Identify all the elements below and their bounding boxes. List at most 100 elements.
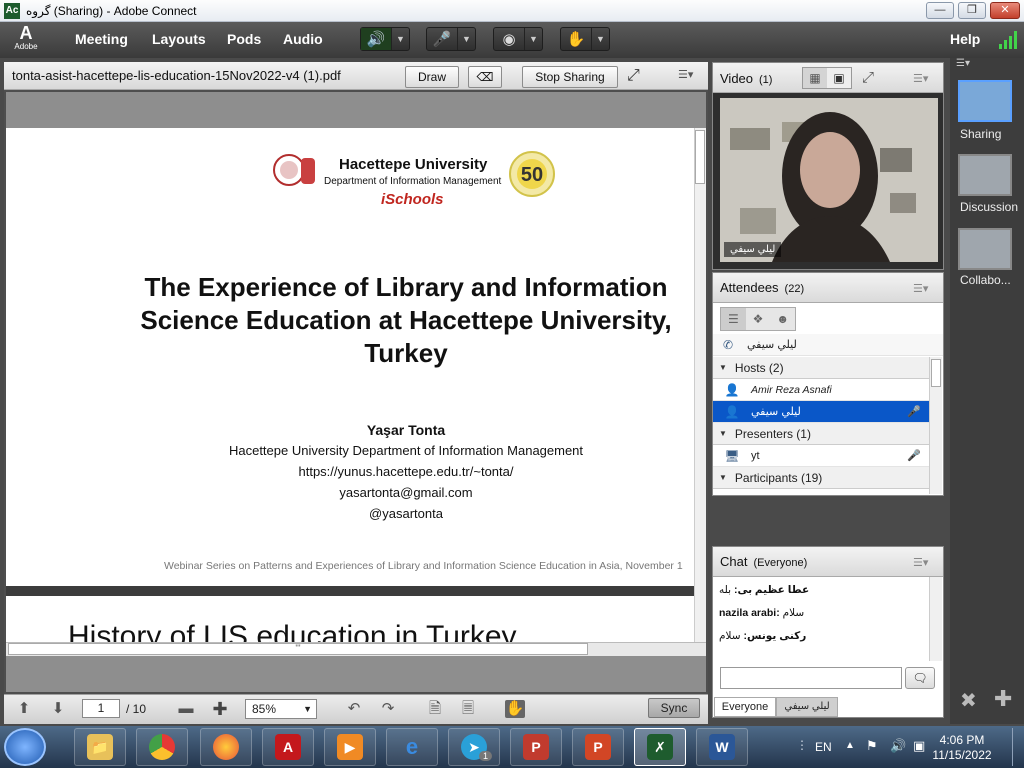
- sync-button[interactable]: Sync: [648, 698, 700, 718]
- attendees-pod-menu-icon[interactable]: ☰▾: [913, 282, 928, 295]
- microphone-dropdown[interactable]: ▼: [457, 28, 475, 50]
- pod-menu-icon[interactable]: ☰▾: [678, 68, 693, 81]
- speaker-button[interactable]: 🔊 ▼: [360, 27, 410, 51]
- connection-signal-icon[interactable]: [998, 30, 1020, 50]
- close-button[interactable]: ✕: [990, 2, 1020, 19]
- chat-input[interactable]: [720, 667, 902, 689]
- menu-pods[interactable]: Pods: [227, 31, 261, 47]
- taskbar-firefox[interactable]: [200, 728, 252, 766]
- zoom-out-icon[interactable]: ▬: [176, 700, 196, 718]
- chat-scrollbar[interactable]: [929, 577, 942, 661]
- volume-icon[interactable]: 🔊: [890, 738, 906, 754]
- layout-label-discussion[interactable]: Discussion: [960, 200, 1018, 214]
- webcam-icon[interactable]: ◉: [494, 28, 524, 50]
- taskbar-adobe-connect[interactable]: ✗: [634, 728, 686, 766]
- layout-thumb-collaboration[interactable]: [958, 228, 1012, 270]
- menu-help[interactable]: Help: [950, 31, 980, 47]
- vertical-scroll-thumb[interactable]: [695, 130, 705, 184]
- horizontal-scroll-thumb[interactable]: ''': [8, 643, 588, 655]
- raise-hand-icon[interactable]: ✋: [561, 28, 591, 50]
- eraser-button[interactable]: ⌫: [468, 66, 502, 88]
- chat-pod-title: Chat (Everyone): [720, 554, 808, 569]
- rotate-left-icon[interactable]: ↶: [344, 700, 364, 718]
- taskbar-file-explorer[interactable]: 📁: [74, 728, 126, 766]
- two-page-icon[interactable]: 🗏: [458, 700, 478, 718]
- webcam-dropdown[interactable]: ▼: [524, 28, 542, 50]
- menu-meeting[interactable]: Meeting: [75, 31, 128, 47]
- filmstrip-view-icon[interactable]: ▣: [827, 68, 851, 88]
- speaker-icon[interactable]: 🔊: [361, 28, 391, 50]
- page-number-input[interactable]: 1: [82, 699, 120, 718]
- layout-thumb-discussion[interactable]: [958, 154, 1012, 196]
- chat-tab-private[interactable]: لیلي سيفي: [776, 697, 838, 717]
- webcam-button[interactable]: ◉ ▼: [493, 27, 543, 51]
- slide-title-line-3: Turkey: [364, 338, 448, 368]
- group-participants[interactable]: ▼ Participants (19): [713, 467, 929, 489]
- layout-label-sharing[interactable]: Sharing: [960, 127, 1001, 141]
- taskbar-chrome[interactable]: [136, 728, 188, 766]
- attendee-scroll-thumb[interactable]: [931, 359, 941, 387]
- taskbar-clock[interactable]: 4:06 PM 11/15/2022: [932, 733, 992, 763]
- maximize-button[interactable]: ❐: [958, 2, 986, 19]
- microphone-icon[interactable]: 🎤: [427, 28, 457, 50]
- layouts-menu-icon[interactable]: ☰▾: [956, 58, 970, 69]
- minimize-button[interactable]: —: [926, 2, 954, 19]
- attendee-scrollbar[interactable]: [929, 357, 942, 494]
- remove-layout-icon[interactable]: ✖: [960, 688, 977, 713]
- list-view-icon[interactable]: ☰: [721, 308, 746, 330]
- author-handle: @yasartonta: [369, 506, 443, 521]
- start-button[interactable]: [4, 728, 46, 766]
- microphone-button[interactable]: 🎤 ▼: [426, 27, 476, 51]
- attendee-row[interactable]: 🖥 yt 🎤: [713, 445, 929, 467]
- video-fullscreen-icon[interactable]: ⤢: [862, 69, 874, 86]
- taskbar-word[interactable]: W: [696, 728, 748, 766]
- status-view-icon[interactable]: ☻: [770, 308, 795, 330]
- layout-label-collaboration[interactable]: Collabo...: [960, 273, 1011, 287]
- zoom-select[interactable]: 85% ▼: [245, 699, 317, 719]
- group-presenters[interactable]: ▼ Presenters (1): [713, 423, 929, 445]
- menu-audio[interactable]: Audio: [283, 31, 323, 47]
- attendee-row-selected[interactable]: 👤 لیلي سيفي 🎤: [713, 401, 929, 423]
- anniversary-50-seal: 50: [509, 151, 555, 197]
- add-layout-icon[interactable]: ✚: [994, 686, 1012, 712]
- grid-view-icon[interactable]: ▦: [803, 68, 827, 88]
- rotate-right-icon[interactable]: ↷: [378, 700, 398, 718]
- video-layout-toggle[interactable]: ▦ ▣: [802, 67, 852, 89]
- vertical-scrollbar[interactable]: [694, 128, 706, 642]
- show-desktop-button[interactable]: [1012, 728, 1022, 766]
- fullscreen-icon[interactable]: ⤢: [627, 67, 640, 85]
- raise-hand-button[interactable]: ✋ ▼: [560, 27, 610, 51]
- video-pod-menu-icon[interactable]: ☰▾: [913, 72, 928, 85]
- taskbar-media-player[interactable]: ▶: [324, 728, 376, 766]
- speaker-dropdown[interactable]: ▼: [391, 28, 409, 50]
- next-page-icon[interactable]: ⬇: [48, 700, 68, 718]
- hand-tool-icon[interactable]: ✋: [505, 700, 525, 718]
- menu-layouts[interactable]: Layouts: [152, 31, 206, 47]
- action-center-flag-icon[interactable]: ⚑: [866, 738, 878, 754]
- layout-thumb-sharing[interactable]: [958, 80, 1012, 122]
- adobe-connect-app-icon[interactable]: Ac: [4, 3, 20, 19]
- attendee-view-toggle[interactable]: ☰ ❖ ☻: [720, 307, 796, 331]
- taskbar-publisher[interactable]: P: [510, 728, 562, 766]
- send-message-button[interactable]: 🗨: [905, 667, 935, 689]
- taskbar-telegram[interactable]: ➤ 1: [448, 728, 500, 766]
- participants-label: Participants (19): [734, 470, 823, 485]
- chat-tab-everyone[interactable]: Everyone: [714, 697, 776, 717]
- taskbar-acrobat[interactable]: A: [262, 728, 314, 766]
- group-hosts[interactable]: ▼ Hosts (2): [713, 357, 929, 379]
- raise-hand-dropdown[interactable]: ▼: [591, 28, 609, 50]
- attendee-row[interactable]: 👤 Amir Reza Asnafi: [713, 379, 929, 401]
- tray-expand-icon[interactable]: ▲: [845, 740, 855, 751]
- zoom-in-icon[interactable]: ✚: [210, 700, 230, 718]
- stop-sharing-button[interactable]: Stop Sharing: [522, 66, 618, 88]
- breakout-view-icon[interactable]: ❖: [746, 308, 771, 330]
- network-icon[interactable]: ▣: [913, 738, 925, 754]
- single-page-icon[interactable]: 🗎: [425, 700, 445, 718]
- taskbar-internet-explorer[interactable]: e: [386, 728, 438, 766]
- current-user-row[interactable]: ✆ لیلي سيفي: [713, 334, 943, 356]
- previous-page-icon[interactable]: ⬆: [14, 700, 34, 718]
- input-language[interactable]: EN: [815, 740, 832, 754]
- draw-button[interactable]: Draw: [405, 66, 459, 88]
- chat-pod-menu-icon[interactable]: ☰▾: [913, 556, 928, 569]
- taskbar-powerpoint[interactable]: P: [572, 728, 624, 766]
